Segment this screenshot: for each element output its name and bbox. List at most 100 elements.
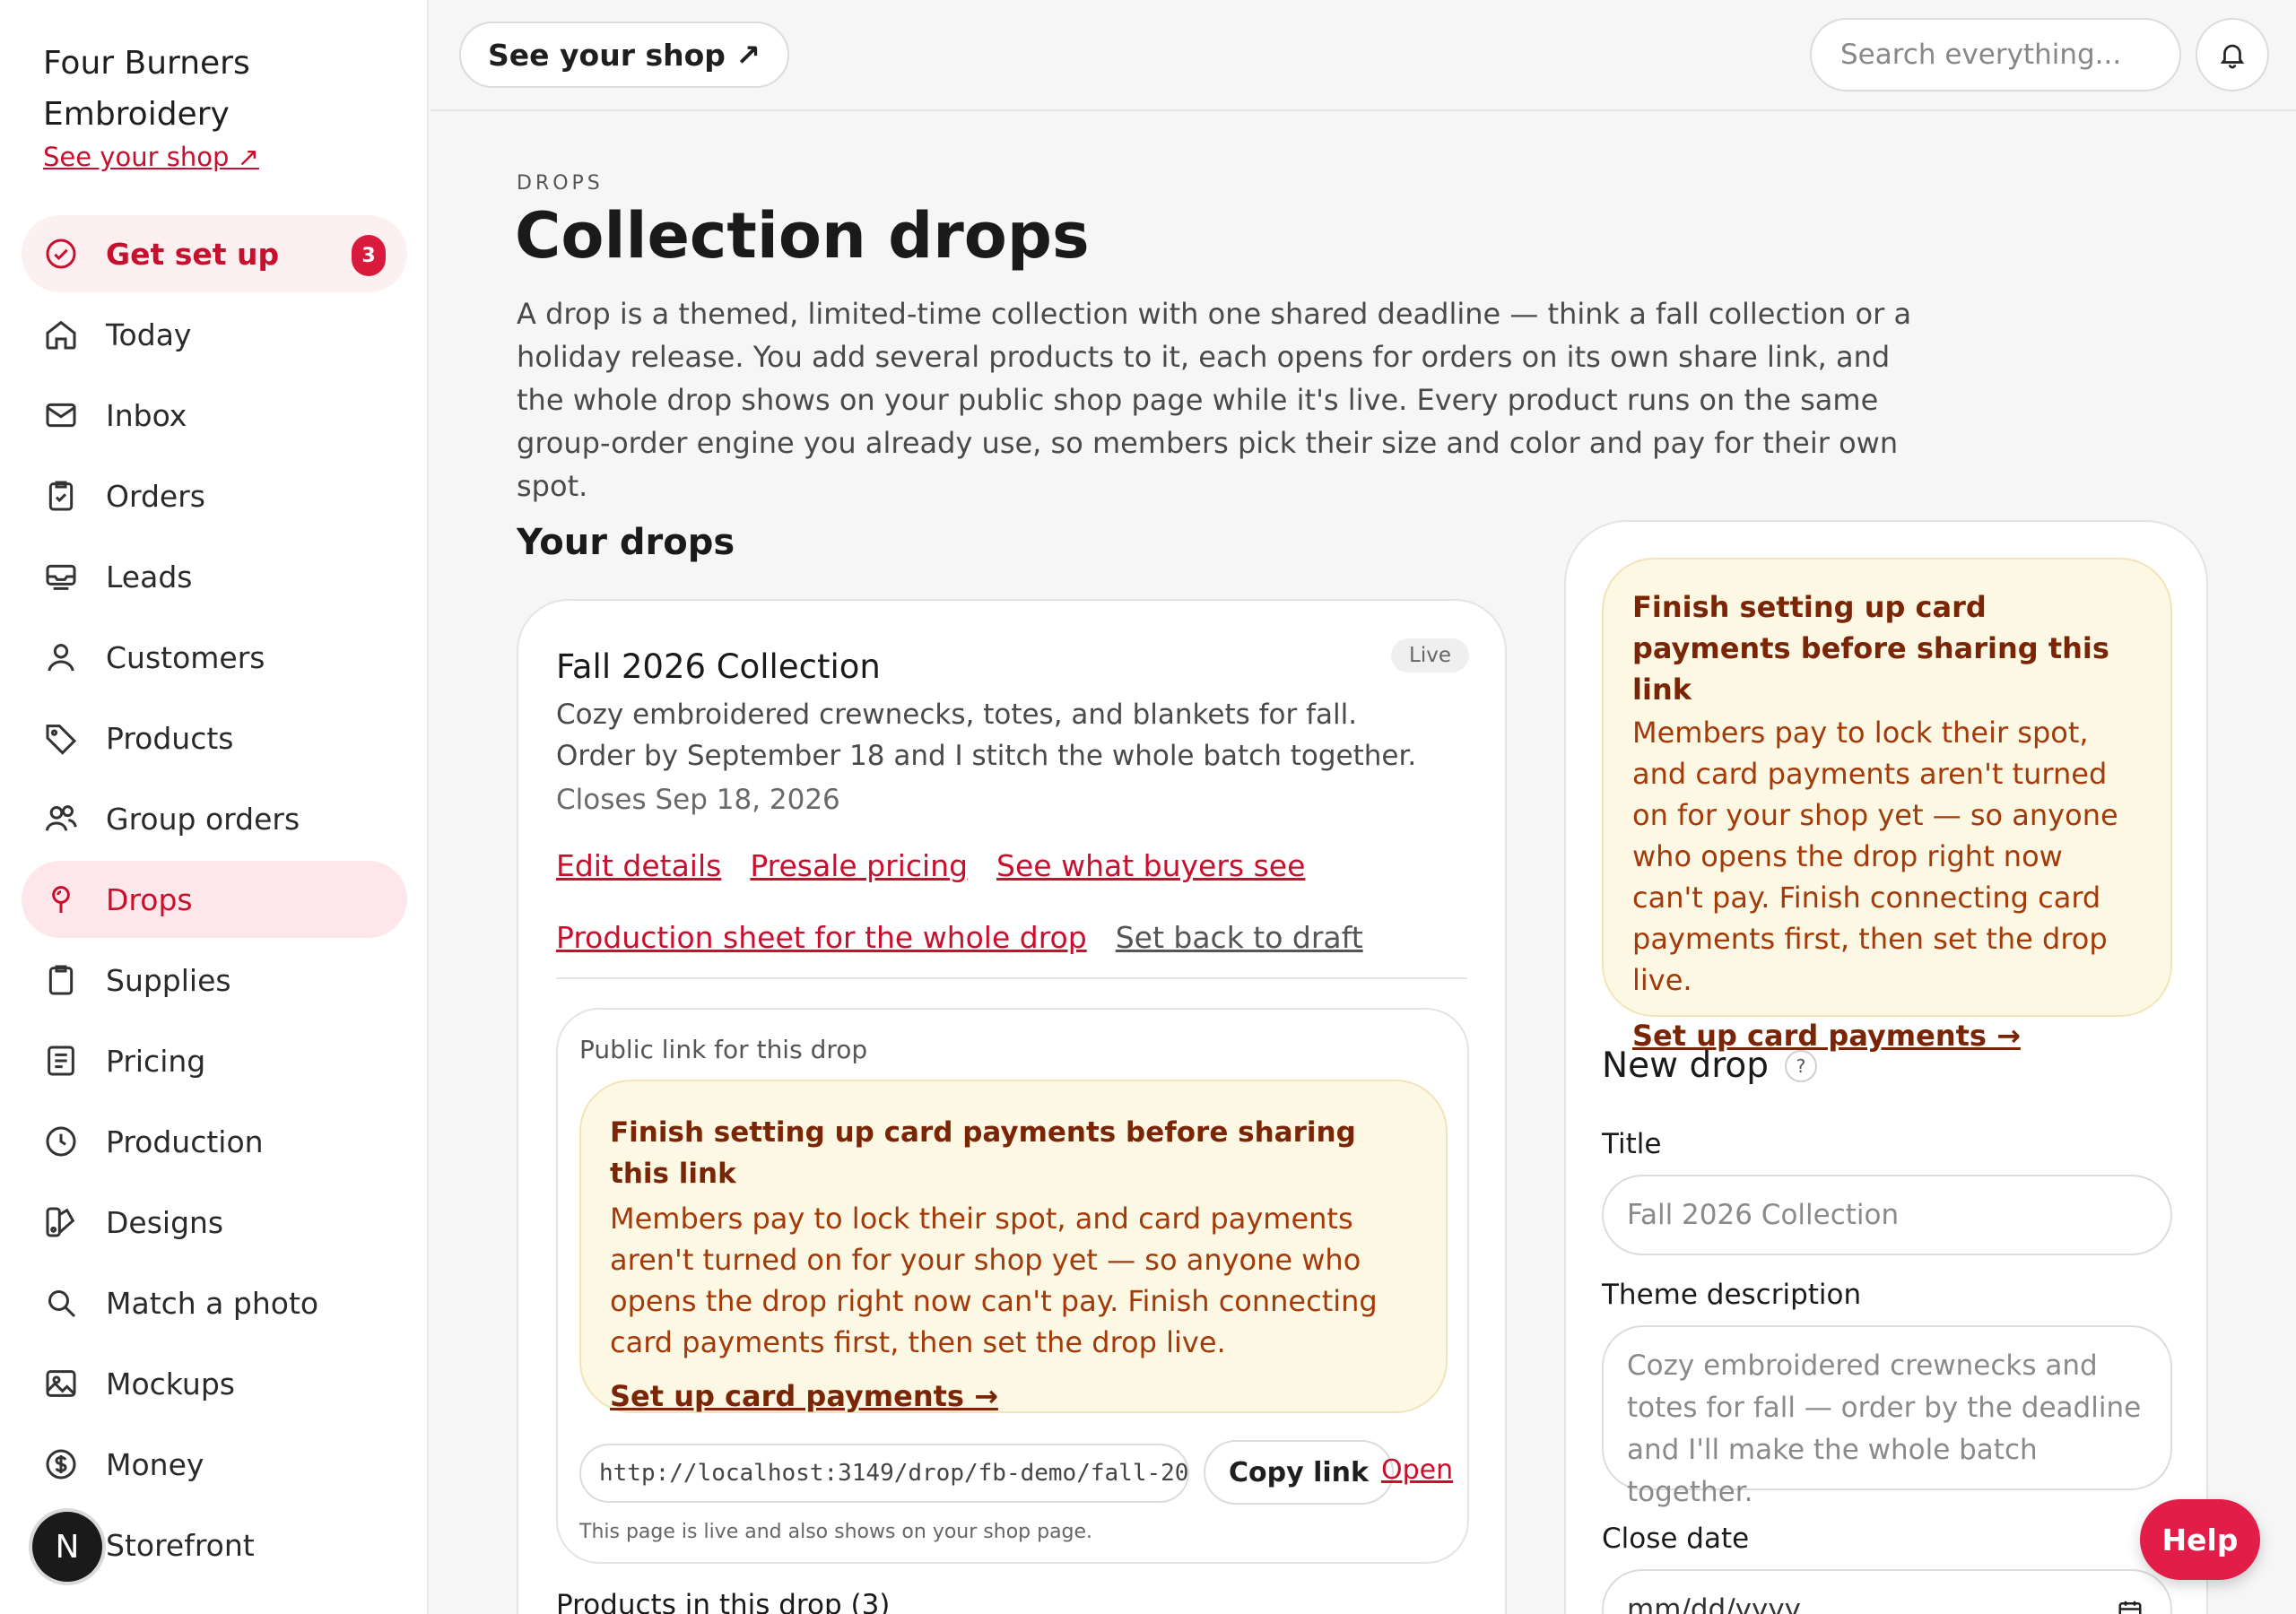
sidebar-item-production[interactable]: Production bbox=[22, 1103, 407, 1180]
see-your-shop-button[interactable]: See your shop ↗ bbox=[459, 22, 790, 88]
clipboard-check-icon bbox=[48, 481, 74, 511]
theme-description-textarea[interactable]: Cozy embroidered crewnecks and totes for… bbox=[1602, 1325, 2172, 1508]
sidebar-item-label: Today bbox=[106, 317, 192, 352]
sidebar-item-customers[interactable]: Customers bbox=[22, 619, 407, 696]
mail-icon bbox=[46, 403, 76, 428]
sidebar-item-label: Leads bbox=[106, 559, 193, 594]
sidebar-item-products[interactable]: Products bbox=[22, 699, 407, 777]
close-date-label: Close date bbox=[1602, 1523, 1750, 1555]
sidebar-item-get-set-up[interactable]: Get set up 3 bbox=[22, 215, 407, 292]
sidebar-item-label: Products bbox=[106, 720, 234, 756]
sidebar-item-drops[interactable]: Drops bbox=[22, 861, 407, 938]
page-intro: A drop is a themed, limited-time collect… bbox=[517, 297, 1912, 503]
sidebar-item-money[interactable]: Money bbox=[22, 1426, 407, 1503]
close-date-placeholder: mm/dd/yyyy bbox=[1627, 1593, 1802, 1614]
sidebar-item-today[interactable]: Today bbox=[22, 296, 407, 373]
title-label: Title bbox=[1602, 1128, 1662, 1160]
new-drop-title: New drop bbox=[1602, 1046, 1770, 1086]
sidebar-item-mockups[interactable]: Mockups bbox=[22, 1345, 407, 1422]
close-date-input[interactable]: mm/dd/yyyy bbox=[1602, 1569, 2172, 1614]
payments-warning-side: Finish setting up card payments before s… bbox=[1602, 558, 2172, 1053]
sidebar-item-label: Mockups bbox=[106, 1366, 235, 1401]
see-what-buyers-see-link[interactable]: See what buyers see bbox=[996, 848, 1305, 883]
sidebar-item-inbox[interactable]: Inbox bbox=[22, 377, 407, 454]
sidebar-item-label: Customers bbox=[106, 639, 265, 675]
sidebar-item-supplies[interactable]: Supplies bbox=[22, 941, 407, 1019]
pin-icon bbox=[52, 886, 70, 913]
sidebar-item-orders[interactable]: Orders bbox=[22, 457, 407, 534]
drop-actions-row-2: Production sheet for the whole drop Set … bbox=[556, 920, 1363, 955]
public-link-panel: Public link for this drop Finish setting… bbox=[556, 1008, 1469, 1564]
clock-icon bbox=[46, 1126, 76, 1157]
home-icon bbox=[46, 320, 76, 350]
warning-body: Members pay to lock their spot, and card… bbox=[610, 1202, 1378, 1359]
topbar: See your shop ↗ Search everything... bbox=[430, 0, 2296, 111]
setup-count-badge: 3 bbox=[352, 235, 386, 276]
help-button[interactable]: Help bbox=[2140, 1499, 2260, 1580]
warning-title: Finish setting up card payments before s… bbox=[1632, 590, 2109, 707]
production-sheet-link[interactable]: Production sheet for the whole drop bbox=[556, 920, 1087, 955]
sidebar-item-label: Inbox bbox=[106, 397, 187, 433]
live-note: This page is live and also shows on your… bbox=[579, 1521, 1093, 1543]
warning-title: Finish setting up card payments before s… bbox=[610, 1116, 1356, 1190]
sidebar-item-leads[interactable]: Leads bbox=[22, 538, 407, 615]
sidebar-item-label: Match a photo bbox=[106, 1285, 319, 1321]
sidebar-item-label: Get set up bbox=[106, 236, 280, 272]
sidebar-nav: Get set up 3 Today Inbox Orders Leads Cu… bbox=[22, 215, 407, 1587]
drop-title: Fall 2026 Collection bbox=[556, 647, 881, 686]
public-link-label: Public link for this drop bbox=[579, 1035, 868, 1064]
brand-name: Four Burners Embroidery bbox=[43, 45, 250, 133]
palette-icon bbox=[46, 1207, 75, 1237]
dollar-icon bbox=[46, 1449, 76, 1480]
search-icon bbox=[48, 1290, 76, 1318]
sidebar-item-group-orders[interactable]: Group orders bbox=[22, 780, 407, 857]
drop-card: Fall 2026 Collection Live Cozy embroider… bbox=[517, 599, 1507, 1614]
sidebar-item-match-a-photo[interactable]: Match a photo bbox=[22, 1264, 407, 1341]
image-icon bbox=[46, 1370, 76, 1397]
set-back-to-draft-link[interactable]: Set back to draft bbox=[1116, 920, 1363, 955]
sidebar-item-label: Drops bbox=[106, 881, 193, 917]
tag-icon bbox=[46, 725, 77, 755]
calendar-icon[interactable] bbox=[2117, 1598, 2144, 1614]
payments-warning: Finish setting up card payments before s… bbox=[579, 1080, 1448, 1413]
page-eyebrow: DROPS bbox=[517, 172, 604, 195]
page-title: Collection drops bbox=[515, 199, 1090, 273]
sidebar-item-label: Storefront bbox=[106, 1527, 255, 1563]
copy-link-button[interactable]: Copy link bbox=[1204, 1440, 1394, 1505]
notifications-button[interactable] bbox=[2196, 18, 2269, 91]
edit-details-link[interactable]: Edit details bbox=[556, 848, 721, 883]
sidebar-item-label: Designs bbox=[106, 1204, 224, 1240]
sidebar-item-designs[interactable]: Designs bbox=[22, 1184, 407, 1261]
warning-body: Members pay to lock their spot, and card… bbox=[1632, 716, 2118, 997]
theme-description-label: Theme description bbox=[1602, 1279, 1862, 1311]
new-drop-panel: Finish setting up card payments before s… bbox=[1564, 520, 2208, 1614]
check-circle-icon bbox=[46, 239, 76, 269]
open-link[interactable]: Open bbox=[1381, 1454, 1453, 1486]
sidebar-item-label: Supplies bbox=[106, 962, 231, 998]
sidebar-item-label: Orders bbox=[106, 478, 205, 514]
status-badge: Live bbox=[1391, 638, 1469, 672]
products-heading: Products in this drop (3) bbox=[556, 1589, 891, 1614]
set-up-card-payments-link[interactable]: Set up card payments → bbox=[610, 1375, 998, 1417]
sidebar-item-pricing[interactable]: Pricing bbox=[22, 1022, 407, 1099]
search-input[interactable]: Search everything... bbox=[1810, 18, 2181, 91]
share-url-field[interactable]: http://localhost:3149/drop/fb-demo/fall-… bbox=[579, 1444, 1189, 1503]
drop-actions-row-1: Edit details Presale pricing See what bu… bbox=[556, 848, 1305, 883]
sidebar-item-label: Group orders bbox=[106, 801, 300, 837]
help-circle-icon[interactable]: ? bbox=[1785, 1049, 1818, 1082]
sidebar-item-label: Production bbox=[106, 1124, 264, 1159]
sidebar-see-shop-link[interactable]: See your shop ↗ bbox=[43, 142, 259, 172]
sidebar-item-label: Money bbox=[106, 1446, 204, 1482]
sidebar-item-label: Pricing bbox=[106, 1043, 206, 1079]
new-drop-heading: New drop ? bbox=[1602, 1046, 1818, 1086]
receipt-icon bbox=[48, 1046, 74, 1076]
title-input[interactable]: Fall 2026 Collection bbox=[1602, 1175, 2172, 1255]
user-icon bbox=[48, 644, 74, 672]
presale-pricing-link[interactable]: Presale pricing bbox=[750, 848, 968, 883]
bell-icon bbox=[2220, 44, 2245, 69]
sidebar: Four Burners Embroidery See your shop ↗ … bbox=[0, 0, 429, 1614]
avatar[interactable]: N bbox=[32, 1512, 102, 1582]
section-title-your-drops: Your drops bbox=[517, 522, 735, 563]
drop-close-date: Closes Sep 18, 2026 bbox=[556, 784, 840, 816]
users-icon bbox=[45, 805, 77, 831]
